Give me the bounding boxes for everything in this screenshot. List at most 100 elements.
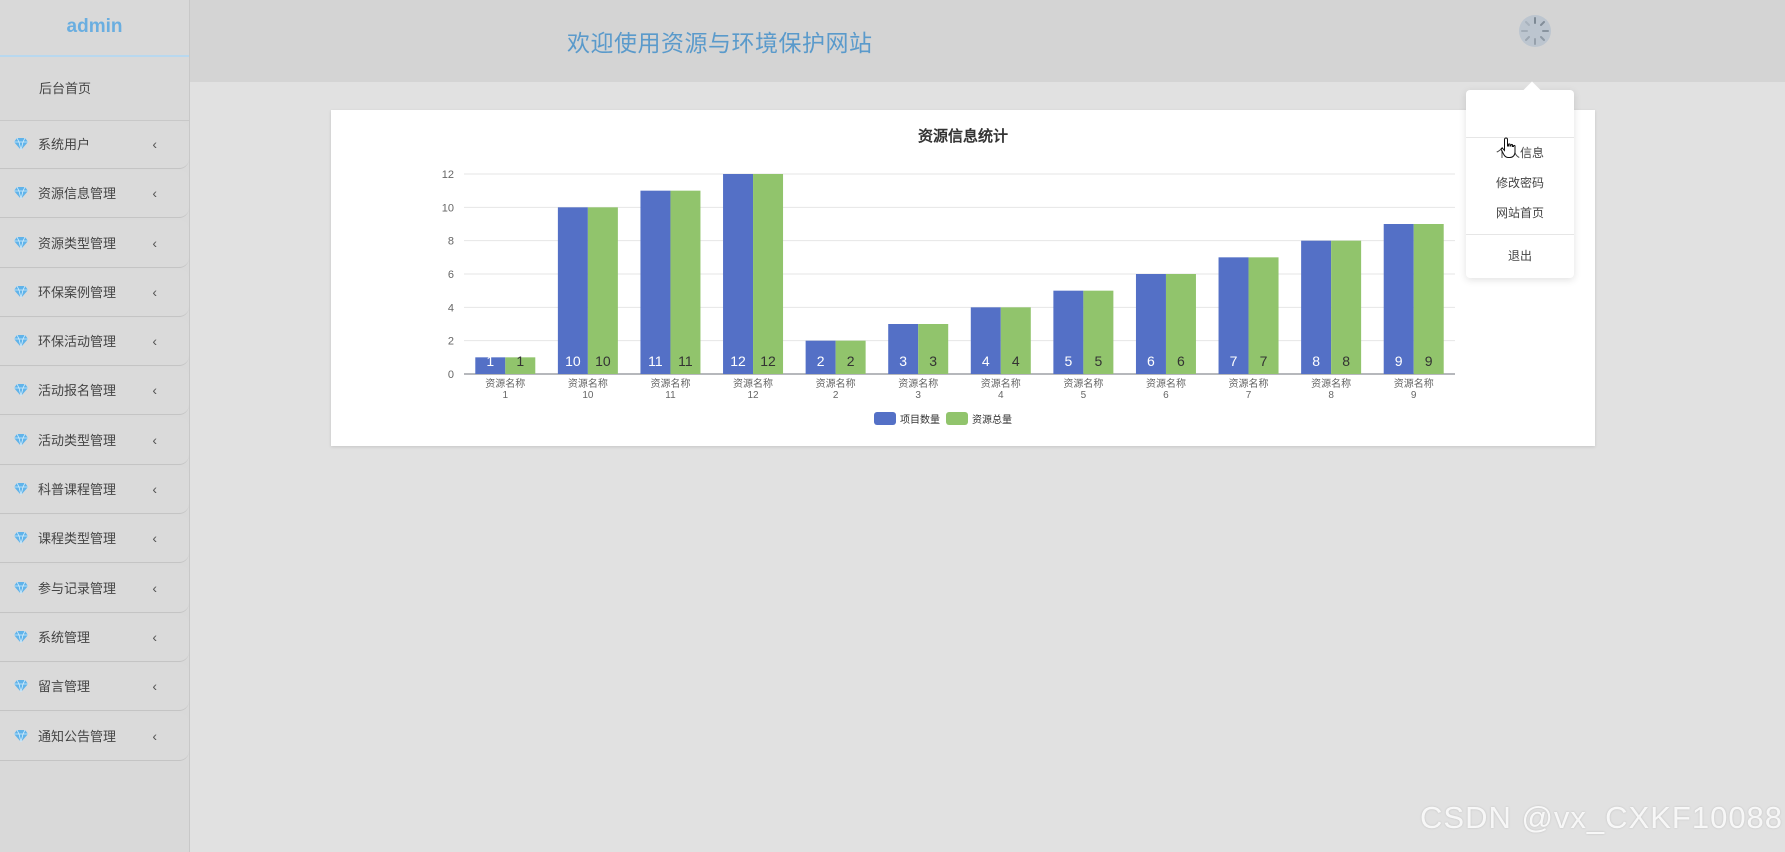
sidebar-item[interactable]: 系统用户 ‹ <box>0 121 189 169</box>
bar-data-label: 7 <box>1260 353 1268 369</box>
y-tick-label: 10 <box>442 202 454 214</box>
dropdown-item-change-password[interactable]: 修改密码 <box>1466 174 1574 191</box>
brand-admin: admin <box>0 0 189 57</box>
sidebar-item[interactable]: 环保案例管理 ‹ <box>0 268 189 317</box>
sidebar-item-label: 环保案例管理 <box>38 284 117 300</box>
x-tick-label: 资源名称 <box>1394 377 1434 390</box>
chevron-left-icon: ‹ <box>152 431 157 448</box>
diamond-icon <box>14 581 28 594</box>
x-tick-label: 资源名称 <box>816 377 856 390</box>
chart-bar <box>1383 224 1414 374</box>
sidebar-item[interactable]: 资源类型管理 ‹ <box>0 219 189 268</box>
sidebar-item[interactable]: 课程类型管理 ‹ <box>0 515 189 564</box>
x-tick-label: 资源名称 <box>733 377 773 390</box>
diamond-icon <box>14 138 28 150</box>
bar-data-label: 11 <box>678 353 693 369</box>
bar-data-label: 10 <box>595 353 611 369</box>
bar-data-label: 2 <box>817 353 825 369</box>
bar-data-label: 11 <box>648 353 663 369</box>
sidebar-item[interactable]: 留言管理 ‹ <box>0 663 189 712</box>
x-tick-label: 资源名称 <box>650 377 690 390</box>
sidebar-item-label: 环保活动管理 <box>38 334 117 350</box>
x-tick-label: 资源名称 <box>485 377 525 390</box>
chevron-left-icon: ‹ <box>152 283 157 300</box>
sidebar-item-home[interactable]: 后台首页 <box>0 57 189 121</box>
legend-label: 项目数量 <box>900 413 940 426</box>
chevron-left-icon: ‹ <box>152 481 157 498</box>
sidebar-item-label: 留言管理 <box>38 679 91 695</box>
x-tick-label: 2 <box>833 390 839 401</box>
bar-data-label: 10 <box>565 353 581 369</box>
chevron-left-icon: ‹ <box>152 628 157 645</box>
sidebar-item[interactable]: 参与记录管理 ‹ <box>0 564 189 613</box>
sidebar-item[interactable]: 科普课程管理 ‹ <box>0 466 189 515</box>
dropdown-divider <box>1466 137 1574 138</box>
x-tick-label: 12 <box>747 390 759 401</box>
chart-card: 资源信息统计 0 2 4 6 8 10 12 1 1 资源名称 1 10 10 资源名称 10 11 11 资源名… <box>331 110 1595 446</box>
chevron-left-icon: ‹ <box>152 530 157 547</box>
dropdown-arrow <box>1523 81 1541 99</box>
bar-data-label: 1 <box>486 353 494 369</box>
user-dropdown-menu: 个人信息 修改密码 网站首页 退出 <box>1466 81 1574 278</box>
y-tick-label: 0 <box>448 369 454 381</box>
diamond-icon <box>14 729 28 742</box>
chevron-left-icon: ‹ <box>152 579 157 596</box>
bar-data-label: 6 <box>1177 353 1185 369</box>
diamond-icon <box>14 384 28 397</box>
chart-bar <box>753 174 784 374</box>
x-tick-label: 9 <box>1411 390 1417 401</box>
sidebar-item[interactable]: 活动类型管理 ‹ <box>0 416 189 465</box>
bar-data-label: 5 <box>1094 353 1102 369</box>
x-tick-label: 10 <box>582 390 594 401</box>
x-tick-label: 资源名称 <box>1063 377 1103 390</box>
bar-data-label: 9 <box>1425 353 1433 369</box>
chart-bar <box>640 190 671 374</box>
sidebar-item[interactable]: 活动报名管理 ‹ <box>0 367 189 416</box>
x-tick-label: 4 <box>998 390 1004 401</box>
y-tick-label: 2 <box>448 336 454 348</box>
sidebar-item[interactable]: 资源信息管理 ‹ <box>0 170 189 219</box>
sidebar-item-label: 资源信息管理 <box>38 186 117 202</box>
sidebar-menu: 系统用户 ‹ 资源信息管理 ‹ 资源类型管理 ‹ 环保案例管理 ‹ 环保活动管理 ‹ 活动报名管理 ‹… <box>0 121 189 761</box>
bar-data-label: 12 <box>760 353 776 369</box>
sidebar-item[interactable]: 环保活动管理 ‹ <box>0 318 189 367</box>
chevron-left-icon: ‹ <box>152 678 157 695</box>
bar-data-label: 12 <box>730 353 746 369</box>
diamond-icon <box>14 483 28 496</box>
x-tick-label: 资源名称 <box>1146 377 1186 390</box>
dropdown-item-site-home[interactable]: 网站首页 <box>1466 204 1574 221</box>
sidebar-item-label: 参与记录管理 <box>38 580 117 596</box>
chart-bar <box>557 207 588 374</box>
bar-data-label: 3 <box>899 353 907 369</box>
dropdown-item-logout[interactable]: 退出 <box>1466 247 1574 264</box>
sidebar-item-label: 科普课程管理 <box>38 482 117 498</box>
x-tick-label: 5 <box>1081 390 1087 401</box>
x-tick-label: 11 <box>665 390 676 401</box>
diamond-icon <box>14 680 28 693</box>
diamond-icon <box>14 187 28 200</box>
dropdown-divider <box>1466 234 1574 235</box>
diamond-icon <box>14 630 28 643</box>
page-title: 欢迎使用资源与环境保护网站 <box>567 30 873 56</box>
sidebar-item-label: 活动类型管理 <box>38 432 117 448</box>
sidebar-item[interactable]: 通知公告管理 ‹ <box>0 712 189 761</box>
chart-bar <box>587 207 618 374</box>
sidebar-item[interactable]: 系统管理 ‹ <box>0 613 189 662</box>
diamond-icon <box>14 433 28 446</box>
chart-bar <box>1413 224 1444 374</box>
bar-data-label: 8 <box>1312 353 1320 369</box>
sidebar-item-label: 资源类型管理 <box>38 235 117 251</box>
y-tick-label: 4 <box>448 302 454 314</box>
chevron-left-icon: ‹ <box>152 727 157 744</box>
dropdown-item-profile[interactable]: 个人信息 <box>1466 144 1574 161</box>
x-tick-label: 6 <box>1163 390 1169 401</box>
hand-cursor-icon <box>1500 137 1516 158</box>
bar-data-label: 7 <box>1230 353 1238 369</box>
x-tick-label: 资源名称 <box>981 377 1021 390</box>
bar-data-label: 2 <box>847 353 855 369</box>
diamond-icon <box>14 236 28 249</box>
sidebar-item-label: 活动报名管理 <box>38 383 117 399</box>
loading-spinner-icon[interactable] <box>1518 14 1552 48</box>
chevron-left-icon: ‹ <box>152 234 157 251</box>
bar-data-label: 3 <box>929 353 937 369</box>
